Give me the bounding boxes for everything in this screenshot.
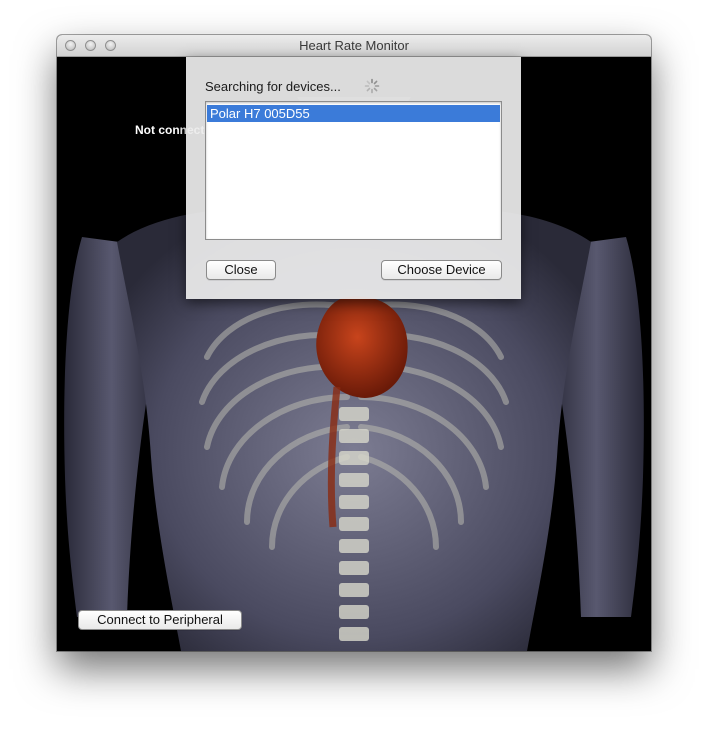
- searching-label: Searching for devices...: [205, 79, 341, 94]
- title-bar[interactable]: Heart Rate Monitor: [57, 35, 651, 57]
- close-button[interactable]: Close: [206, 260, 276, 280]
- progress-spinner-icon: [364, 78, 380, 94]
- choose-device-button[interactable]: Choose Device: [381, 260, 502, 280]
- device-list-item-selected[interactable]: Polar H7 005D55: [207, 105, 500, 122]
- device-chooser-sheet: Searching for devices... Polar H7 005D55…: [186, 57, 521, 299]
- device-list[interactable]: Polar H7 005D55: [205, 101, 502, 240]
- connect-to-peripheral-button[interactable]: Connect to Peripheral: [78, 610, 242, 630]
- window-title: Heart Rate Monitor: [299, 38, 409, 53]
